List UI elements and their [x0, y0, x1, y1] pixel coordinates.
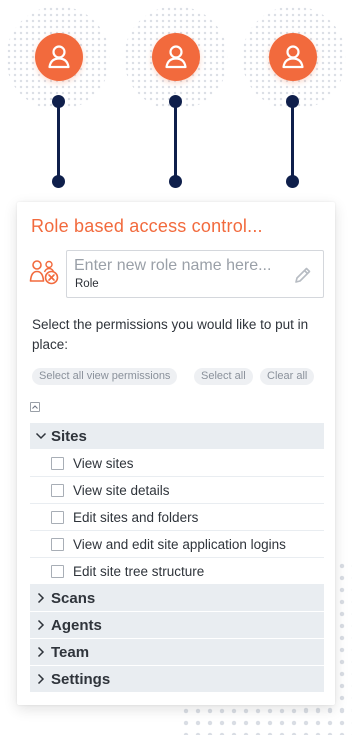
collapse-icon[interactable]: [30, 402, 40, 412]
role-caption: Role: [75, 278, 99, 290]
user-avatar-center: [152, 33, 200, 81]
section-sites[interactable]: Sites: [30, 423, 324, 450]
permission-checkbox[interactable]: [51, 510, 64, 524]
permission-row[interactable]: View sites: [30, 450, 324, 477]
connector-line-right: [291, 107, 294, 177]
chevron-right-icon: [37, 646, 45, 658]
user-avatar-right: [269, 33, 317, 81]
permission-checkbox[interactable]: [51, 483, 64, 497]
section-settings[interactable]: Settings: [30, 666, 324, 693]
permission-checkbox[interactable]: [51, 564, 64, 578]
section-agents[interactable]: Agents: [30, 612, 324, 639]
role-name-input[interactable]: [74, 255, 289, 277]
section-scans[interactable]: Scans: [30, 585, 324, 612]
permission-list: Sites View sites View site details Edit …: [30, 423, 324, 693]
chevron-down-icon: [35, 432, 47, 440]
role-name-field[interactable]: Role: [66, 250, 324, 298]
role-access-icon: [29, 260, 59, 285]
permission-label: View site details: [73, 482, 170, 498]
permission-label: View and edit site application logins: [73, 536, 286, 552]
permission-checkbox[interactable]: [51, 537, 64, 551]
section-team[interactable]: Team: [30, 639, 324, 666]
permission-row[interactable]: Edit site tree structure: [30, 558, 324, 585]
permission-row[interactable]: View and edit site application logins: [30, 531, 324, 558]
connector-node-bottom-right: [286, 175, 299, 188]
connector-node-bottom-center: [169, 175, 182, 188]
user-icon: [165, 45, 187, 69]
connector-line-left: [57, 107, 60, 177]
user-avatar-left: [35, 33, 83, 81]
select-all-button[interactable]: Select all: [194, 368, 253, 385]
chevron-right-icon: [37, 673, 45, 685]
connector-line-center: [174, 107, 177, 177]
permission-row[interactable]: View site details: [30, 477, 324, 504]
permission-checkbox[interactable]: [51, 456, 64, 470]
permission-label: View sites: [73, 455, 134, 471]
section-label: Scans: [51, 589, 96, 607]
section-label: Sites: [51, 427, 87, 445]
connector-node-bottom-left: [52, 175, 65, 188]
clear-all-button[interactable]: Clear all: [260, 368, 315, 385]
role-access-card: Role based access control... Role Select…: [17, 202, 335, 705]
chevron-right-icon: [37, 619, 45, 631]
pencil-icon[interactable]: [293, 265, 313, 285]
section-label: Agents: [51, 616, 102, 634]
card-title: Role based access control...: [31, 216, 263, 236]
chevron-right-icon: [37, 592, 45, 604]
section-label: Team: [51, 643, 90, 661]
chevron-up-icon: [32, 405, 38, 409]
select-all-view-permissions-button[interactable]: Select all view permissions: [32, 368, 178, 385]
dotted-backdrop-bottom: [180, 705, 352, 735]
permission-label: Edit site tree structure: [73, 563, 205, 579]
permissions-instructions: Select the permissions you would like to…: [32, 317, 309, 352]
section-label: Settings: [51, 670, 111, 688]
permission-label: Edit sites and folders: [73, 509, 199, 525]
canvas: Role based access control... Role Select…: [0, 0, 352, 735]
user-icon: [282, 45, 304, 69]
user-icon: [48, 45, 70, 69]
permission-row[interactable]: Edit sites and folders: [30, 504, 324, 531]
